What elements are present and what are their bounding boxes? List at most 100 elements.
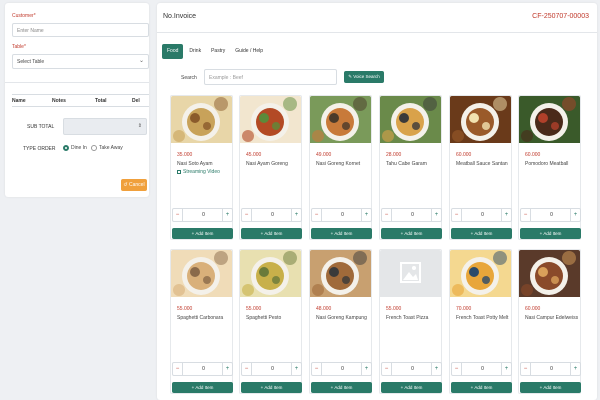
- decrement-button[interactable]: −: [382, 209, 392, 221]
- quantity-input[interactable]: 0: [252, 363, 293, 375]
- product-card: 55.000 French Toast Pizza − 0 + + Add It…: [379, 249, 442, 394]
- product-name: Nasi Goreng Kampung: [316, 315, 367, 321]
- increment-button[interactable]: +: [222, 209, 232, 221]
- plus-icon: +: [400, 231, 404, 236]
- decrement-button[interactable]: −: [521, 209, 531, 221]
- product-card: 45.000 Nasi Ayam Goreng − 0 + + Add Item: [239, 95, 302, 240]
- order-panel: Customer* Enter Name Table* Select Table…: [5, 3, 149, 197]
- product-name: Nasi Goreng Kornet: [316, 161, 361, 167]
- increment-button[interactable]: +: [222, 363, 232, 375]
- decrement-button[interactable]: −: [312, 209, 322, 221]
- add-item-button[interactable]: + Add Item: [172, 228, 233, 239]
- undo-icon: ↺: [123, 182, 128, 188]
- quantity-stepper: − 0 +: [311, 362, 372, 376]
- decrement-button[interactable]: −: [521, 363, 531, 375]
- plus-icon: +: [260, 231, 264, 236]
- product-price: 45.000: [246, 152, 262, 158]
- increment-button[interactable]: +: [501, 209, 511, 221]
- product-image: [380, 96, 441, 143]
- decrement-button[interactable]: −: [242, 363, 252, 375]
- search-input[interactable]: Example : Beef: [204, 69, 337, 85]
- quantity-input[interactable]: 0: [392, 209, 433, 221]
- decrement-button[interactable]: −: [312, 363, 322, 375]
- increment-button[interactable]: +: [361, 363, 371, 375]
- add-item-button[interactable]: + Add Item: [172, 382, 233, 393]
- col-name: Name: [12, 98, 26, 104]
- quantity-stepper: − 0 +: [381, 208, 442, 222]
- add-item-button[interactable]: + Add Item: [241, 228, 302, 239]
- add-item-button[interactable]: + Add Item: [451, 228, 512, 239]
- product-image: [310, 250, 371, 297]
- product-price: 60.000: [456, 152, 472, 158]
- increment-button[interactable]: +: [570, 363, 580, 375]
- increment-button[interactable]: +: [570, 209, 580, 221]
- add-item-button[interactable]: + Add Item: [451, 382, 512, 393]
- decrement-button[interactable]: −: [382, 363, 392, 375]
- add-item-button[interactable]: + Add Item: [520, 228, 581, 239]
- microphone-icon: ✎: [348, 74, 352, 79]
- increment-button[interactable]: +: [361, 209, 371, 221]
- decrement-button[interactable]: −: [242, 209, 252, 221]
- add-item-button[interactable]: + Add Item: [520, 382, 581, 393]
- decrement-button[interactable]: −: [452, 363, 462, 375]
- product-price: 28.000: [386, 152, 402, 158]
- radio-dine-in[interactable]: Dine In: [63, 145, 87, 151]
- quantity-stepper: − 0 +: [241, 208, 302, 222]
- product-card: 48.000 Nasi Goreng Kampung − 0 + + Add I…: [309, 249, 372, 394]
- quantity-input[interactable]: 0: [252, 209, 293, 221]
- product-name: French Toast Potty Melt: [456, 315, 509, 321]
- quantity-input[interactable]: 0: [322, 363, 363, 375]
- quantity-stepper: − 0 +: [381, 362, 442, 376]
- quantity-input[interactable]: 0: [183, 209, 224, 221]
- radio-take-away[interactable]: Take Away: [91, 145, 123, 151]
- product-card: 60.000 Nasi Campur Edelweiss − 0 + + Add…: [518, 249, 581, 394]
- product-price: 55.000: [386, 306, 402, 312]
- category-tabs: Food Drink Pastry Guide / Help: [162, 44, 267, 59]
- quantity-stepper: − 0 +: [241, 362, 302, 376]
- plus-icon: +: [470, 385, 474, 390]
- product-name: French Toast Pizza: [386, 315, 429, 321]
- divider: [5, 82, 149, 83]
- add-item-button[interactable]: + Add Item: [381, 228, 442, 239]
- quantity-input[interactable]: 0: [183, 363, 224, 375]
- invoice-number: CF-250707-00003: [532, 13, 589, 20]
- table-select[interactable]: Select Table ⌄: [12, 54, 149, 69]
- quantity-input[interactable]: 0: [462, 209, 503, 221]
- increment-button[interactable]: +: [431, 363, 441, 375]
- tab-pastry[interactable]: Pastry: [207, 44, 229, 59]
- increment-button[interactable]: +: [501, 363, 511, 375]
- chevron-down-icon: ⌄: [138, 58, 144, 64]
- quantity-input[interactable]: 0: [322, 209, 363, 221]
- increment-button[interactable]: +: [291, 363, 301, 375]
- streaming-video-link[interactable]: Streaming Video: [177, 169, 220, 175]
- voice-search-button[interactable]: ✎ Voice Search: [344, 71, 384, 83]
- table-select-value: Select Table: [17, 59, 45, 65]
- decrement-button[interactable]: −: [173, 209, 183, 221]
- plus-icon: +: [539, 385, 543, 390]
- increment-button[interactable]: +: [291, 209, 301, 221]
- tab-drink[interactable]: Drink: [185, 44, 205, 59]
- add-item-button[interactable]: + Add Item: [311, 228, 372, 239]
- product-card: 60.000 Pomodoro Meatball − 0 + + Add Ite…: [518, 95, 581, 240]
- tab-guide-help[interactable]: Guide / Help: [231, 44, 267, 59]
- add-item-button[interactable]: + Add Item: [381, 382, 442, 393]
- product-card: 55.000 Spaghetti Carbonara − 0 + + Add I…: [170, 249, 233, 394]
- increment-button[interactable]: +: [431, 209, 441, 221]
- quantity-input[interactable]: 0: [531, 209, 572, 221]
- quantity-input[interactable]: 0: [462, 363, 503, 375]
- product-name: Spaghetti Pesto: [246, 315, 282, 321]
- product-price: 70.000: [456, 306, 472, 312]
- quantity-input[interactable]: 0: [531, 363, 572, 375]
- decrement-button[interactable]: −: [452, 209, 462, 221]
- add-item-button[interactable]: + Add Item: [241, 382, 302, 393]
- customer-name-input[interactable]: Enter Name: [12, 23, 149, 37]
- cancel-button[interactable]: ↺ Cancel: [121, 179, 147, 191]
- decrement-button[interactable]: −: [173, 363, 183, 375]
- tab-food[interactable]: Food: [162, 44, 184, 59]
- add-item-button[interactable]: + Add Item: [311, 382, 372, 393]
- subtotal-label: SUB TOTAL: [27, 124, 55, 130]
- product-price: 60.000: [525, 306, 541, 312]
- quantity-stepper: − 0 +: [451, 208, 512, 222]
- quantity-input[interactable]: 0: [392, 363, 433, 375]
- product-price: 60.000: [525, 152, 541, 158]
